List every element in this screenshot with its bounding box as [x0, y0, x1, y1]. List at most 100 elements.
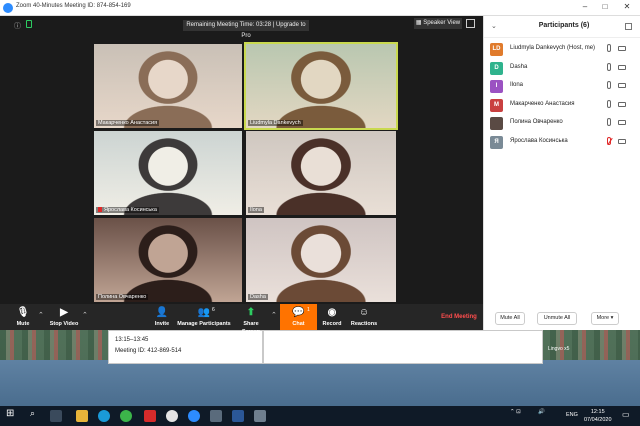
participants-panel-header: ⌄ Participants (6) [484, 16, 640, 38]
participant-row-name: Dasha [510, 63, 528, 70]
participant-row[interactable]: I Ilona [484, 77, 640, 95]
tray-volume-icon[interactable]: 🔊 [538, 409, 545, 415]
tray-network-icon[interactable]: ⌃ ⊡ [510, 409, 521, 415]
record-button[interactable]: ◉ Record [320, 304, 344, 330]
participant-row[interactable]: M Макарченко Анастасия [484, 96, 640, 114]
participant-row[interactable]: LD Liudmyla Dankevych (Host, me) [484, 40, 640, 58]
avatar: M [490, 98, 503, 112]
minimize-button[interactable]: – [578, 2, 592, 11]
mute-all-button[interactable]: Mute All [495, 312, 525, 325]
popout-icon[interactable] [625, 23, 632, 30]
video-tile[interactable]: Полина Овчаренко [94, 218, 242, 302]
add-person-icon: 👤 [155, 307, 169, 318]
mute-button[interactable]: 🎙 Mute [12, 304, 34, 330]
search-icon[interactable]: ⌕ [30, 408, 35, 419]
participant-row-name: Ilona [510, 82, 524, 88]
participant-name: Dasha [248, 294, 268, 300]
zoom-logo-icon [3, 3, 13, 13]
microphone-icon[interactable] [607, 81, 611, 89]
smiley-icon: ☺ [358, 307, 370, 318]
microphone-icon[interactable] [607, 99, 611, 108]
invite-button[interactable]: 👤 Invite [150, 304, 174, 330]
participant-row-name: Ярослава Косинська [510, 137, 568, 144]
video-tile-active-speaker[interactable]: Liudmyla Dankevych [244, 42, 398, 130]
microphone-icon[interactable] [607, 62, 611, 71]
video-camera-icon[interactable] [618, 101, 626, 107]
video-tile[interactable]: Макарченко Анастасия [94, 44, 242, 128]
zoom-taskbar-icon[interactable] [188, 410, 200, 422]
video-camera-icon: ▶ [60, 307, 68, 318]
speaker-view-button[interactable]: ▦ Speaker View [414, 18, 462, 29]
video-tile[interactable]: Ярослава Косинська [94, 131, 242, 215]
microphone-icon[interactable] [607, 118, 611, 126]
microphone-icon[interactable] [607, 44, 611, 52]
participant-name: Полина Овчаренко [96, 294, 149, 300]
unmute-all-button[interactable]: Unmute All [537, 312, 577, 325]
muted-mic-icon[interactable] [607, 136, 611, 145]
video-camera-icon[interactable] [618, 83, 626, 88]
title-bar: Zoom 40-Minutes Meeting ID: 874-854-169 … [0, 0, 640, 16]
stop-video-button[interactable]: ▶ Stop Video [48, 304, 80, 330]
avatar [490, 117, 503, 130]
muted-mic-icon [98, 207, 102, 213]
mute-label: Mute [16, 321, 30, 327]
taskbar-clock[interactable]: 12:15 07/04/2020 [584, 408, 612, 424]
manage-participants-label: Manage Participants [177, 321, 231, 327]
audio-options-caret-icon[interactable]: ⌃ [38, 311, 44, 319]
reactions-button[interactable]: ☺ Reactions [350, 304, 378, 330]
share-screen-icon: ⬆ [246, 307, 256, 318]
desktop-icon-label[interactable]: Lingvo x5 [548, 346, 569, 352]
participant-row[interactable]: D Dasha [484, 59, 640, 77]
avatar: I [490, 80, 503, 93]
avatar: Я [490, 135, 503, 149]
participants-panel-footer: Mute All Unmute All More ▾ [484, 310, 640, 330]
invite-label: Invite [154, 321, 170, 327]
share-screen-label: Share Screen [241, 321, 261, 335]
video-options-caret-icon[interactable]: ⌃ [82, 311, 88, 319]
word-icon[interactable] [232, 410, 244, 422]
chat-label: Chat [292, 321, 305, 327]
chrome-icon[interactable] [120, 410, 132, 422]
windows-start-icon[interactable]: ⊞ [6, 408, 14, 419]
file-explorer-icon[interactable] [76, 410, 88, 422]
share-options-caret-icon[interactable]: ⌃ [271, 311, 277, 319]
participant-row[interactable]: Полина Овчаренко [484, 114, 640, 132]
chrome-icon-2[interactable] [166, 410, 178, 422]
lock-icon[interactable] [26, 20, 32, 28]
app-icon-red[interactable] [144, 410, 156, 422]
remaining-time-banner[interactable]: Remaining Meeting Time: 03:28 | Upgrade … [183, 20, 309, 39]
video-camera-icon[interactable] [618, 64, 626, 70]
meeting-toolbar: 🎙 Mute ⌃ ▶ Stop Video ⌃ 👤 Invite 👥 Manag… [0, 304, 483, 335]
app-icon-2[interactable] [254, 410, 266, 422]
end-meeting-button[interactable]: End Meeting [436, 304, 482, 330]
video-tile[interactable]: Ilona [246, 131, 396, 215]
video-tile[interactable]: Dasha [246, 218, 396, 302]
video-camera-icon[interactable] [618, 138, 626, 144]
manage-participants-button[interactable]: 👥 Manage Participants [177, 304, 231, 330]
participants-count: 6 [212, 307, 215, 313]
close-button[interactable]: ✕ [620, 2, 634, 11]
speaker-view-label: Speaker View [423, 20, 461, 26]
chat-button[interactable]: 💬 Chat [280, 304, 317, 330]
skype-icon[interactable] [98, 410, 110, 422]
more-button[interactable]: More ▾ [591, 312, 619, 325]
participant-row-name: Полина Овчаренко [510, 119, 563, 125]
notifications-icon[interactable]: ▭ [622, 410, 630, 419]
maximize-button[interactable]: □ [598, 2, 612, 11]
app-icon[interactable] [210, 410, 222, 422]
share-screen-button[interactable]: ⬆ Share Screen [234, 304, 268, 335]
participant-row[interactable]: Я Ярослава Косинська [484, 133, 640, 151]
info-icon[interactable]: ⓘ [14, 21, 21, 31]
language-indicator[interactable]: ENG [566, 412, 578, 418]
participant-video [246, 218, 396, 302]
participant-row-name: Макарченко Анастасия [510, 100, 575, 107]
task-view-icon[interactable] [50, 410, 62, 422]
chevron-down-icon[interactable]: ⌄ [491, 22, 497, 30]
background-window[interactable] [263, 330, 543, 364]
fullscreen-icon[interactable] [466, 19, 475, 28]
video-camera-icon[interactable] [618, 120, 626, 125]
participant-video [246, 44, 396, 128]
video-camera-icon[interactable] [618, 46, 626, 51]
participant-name: Ярослава Косинська [104, 207, 157, 213]
record-icon: ◉ [327, 307, 337, 318]
